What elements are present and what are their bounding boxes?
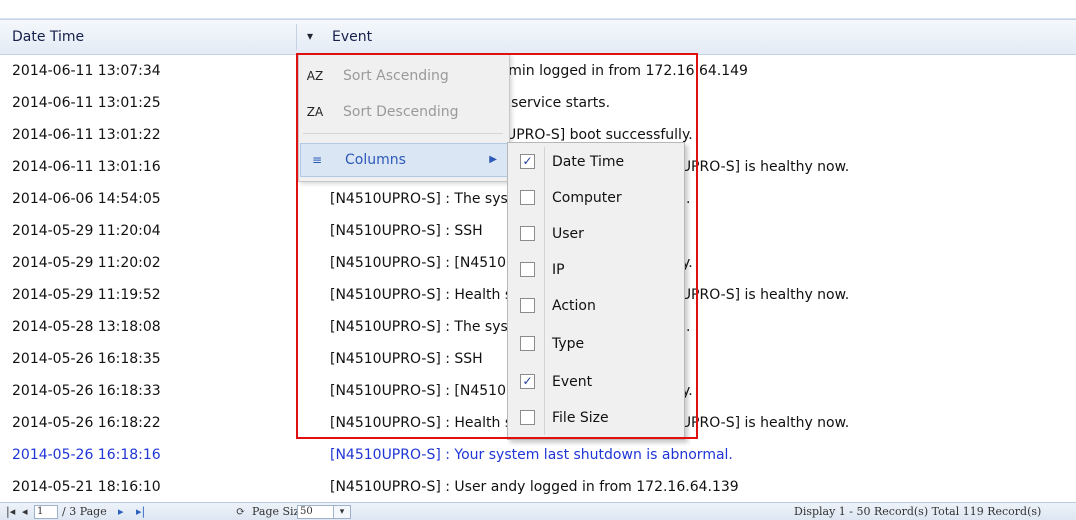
menu-item-sort-descending[interactable]: ZA Sort Descending xyxy=(299,95,509,129)
menu-item-label: Columns xyxy=(345,152,406,168)
checkbox-unchecked[interactable] xyxy=(520,190,535,205)
row-datetime: 2014-05-26 16:18:33 xyxy=(12,383,161,399)
table-row[interactable]: 2014-05-21 18:16:10 [N4510UPRO-S] : User … xyxy=(0,471,1076,503)
page-count-label: / 3 Page xyxy=(62,505,107,518)
page-size-dropdown-icon[interactable]: ▾ xyxy=(333,505,351,519)
column-toggle-ip[interactable]: IP xyxy=(508,253,684,289)
column-toggle-event[interactable]: ✓ Event xyxy=(508,365,684,401)
table-row-warning[interactable]: 2014-05-26 16:18:16 [N4510UPRO-S] : Your … xyxy=(0,439,1076,471)
row-event: [N4510UPRO-S] : SSH xyxy=(330,351,483,367)
checkbox-checked[interactable]: ✓ xyxy=(520,154,535,169)
column-header-event[interactable]: Event xyxy=(332,20,372,54)
checkbox-unchecked[interactable] xyxy=(520,336,535,351)
column-toggle-filesize[interactable]: File Size xyxy=(508,401,684,437)
prev-page-icon[interactable]: ◂ xyxy=(22,503,28,520)
page-number-input[interactable]: 1 xyxy=(34,505,58,519)
next-page-icon[interactable]: ▸ xyxy=(118,503,124,520)
checkbox-unchecked[interactable] xyxy=(520,410,535,425)
checkbox-checked[interactable]: ✓ xyxy=(520,374,535,389)
menu-item-columns[interactable]: ≡ Columns ▶ xyxy=(300,143,508,177)
row-datetime: 2014-05-29 11:20:02 xyxy=(12,255,161,271)
column-toggle-label: File Size xyxy=(552,410,609,426)
menu-item-label: Sort Descending xyxy=(343,104,459,120)
row-datetime: 2014-06-11 13:07:34 xyxy=(12,63,161,79)
column-menu-trigger-icon[interactable]: ▾ xyxy=(300,20,320,54)
row-datetime: 2014-05-26 16:18:35 xyxy=(12,351,161,367)
first-page-icon[interactable]: |◂ xyxy=(6,503,15,520)
last-page-icon[interactable]: ▸| xyxy=(136,503,145,520)
checkbox-unchecked[interactable] xyxy=(520,226,535,241)
grid-header: Date Time ▾ Event xyxy=(0,19,1076,55)
row-datetime: 2014-06-11 13:01:22 xyxy=(12,127,161,143)
pager-toolbar: |◂ ◂ 1 / 3 Page ▸ ▸| ⟳ Page Size 50 ▾ Di… xyxy=(0,502,1076,520)
sort-ascending-icon: AZ xyxy=(306,69,324,83)
sort-descending-icon: ZA xyxy=(306,105,324,119)
menu-item-sort-ascending[interactable]: AZ Sort Ascending xyxy=(299,59,509,93)
columns-submenu: ✓ Date Time Computer User IP Action Type… xyxy=(507,142,685,440)
submenu-arrow-icon: ▶ xyxy=(489,154,497,165)
columns-icon: ≡ xyxy=(311,153,323,167)
column-toggle-label: Action xyxy=(552,298,596,314)
menu-separator xyxy=(303,133,503,134)
row-event: [N4510UPRO-S] : User andy logged in from… xyxy=(330,479,739,495)
row-datetime: 2014-05-21 18:16:10 xyxy=(12,479,161,495)
column-toggle-action[interactable]: Action xyxy=(508,289,684,325)
row-datetime: 2014-05-29 11:19:52 xyxy=(12,287,161,303)
column-toggle-label: User xyxy=(552,226,584,242)
row-datetime: 2014-05-26 16:18:16 xyxy=(12,447,161,463)
row-datetime: 2014-05-29 11:20:04 xyxy=(12,223,161,239)
checkbox-unchecked[interactable] xyxy=(520,262,535,277)
column-toggle-label: Type xyxy=(552,336,585,352)
column-toggle-datetime[interactable]: ✓ Date Time xyxy=(508,145,684,181)
column-context-menu: AZ Sort Ascending ZA Sort Descending ≡ C… xyxy=(298,54,510,182)
grid-top-strip xyxy=(0,0,1076,19)
page-size-input[interactable]: 50 xyxy=(297,505,335,519)
table-row[interactable]: 2014-06-11 13:01:25[N4510UPRO-S] : Syste… xyxy=(0,87,1076,119)
column-toggle-label: Event xyxy=(552,374,593,390)
column-toggle-label: IP xyxy=(552,262,565,278)
column-toggle-user[interactable]: User xyxy=(508,217,684,253)
refresh-icon[interactable]: ⟳ xyxy=(236,503,245,520)
row-datetime: 2014-06-11 13:01:16 xyxy=(12,159,161,175)
column-header-datetime[interactable]: Date Time xyxy=(12,20,84,54)
row-event: [N4510UPRO-S] : SSH xyxy=(330,223,483,239)
column-divider[interactable] xyxy=(296,24,297,50)
column-toggle-type[interactable]: Type xyxy=(508,327,684,363)
row-datetime: 2014-06-06 14:54:05 xyxy=(12,191,161,207)
checkbox-unchecked[interactable] xyxy=(520,298,535,313)
table-row[interactable]: 2014-06-11 13:07:34 [N4510UPRO-S] : User … xyxy=(0,55,1076,87)
column-toggle-computer[interactable]: Computer xyxy=(508,181,684,217)
row-datetime: 2014-05-28 13:18:08 xyxy=(12,319,161,335)
column-toggle-label: Date Time xyxy=(552,154,625,170)
row-datetime: 2014-06-11 13:01:25 xyxy=(12,95,161,111)
menu-item-label: Sort Ascending xyxy=(343,68,449,84)
record-count-status: Display 1 - 50 Record(s) Total 119 Recor… xyxy=(794,505,1042,518)
row-datetime: 2014-05-26 16:18:22 xyxy=(12,415,161,431)
column-toggle-label: Computer xyxy=(552,190,622,206)
row-event: [N4510UPRO-S] : Your system last shutdow… xyxy=(330,447,733,463)
